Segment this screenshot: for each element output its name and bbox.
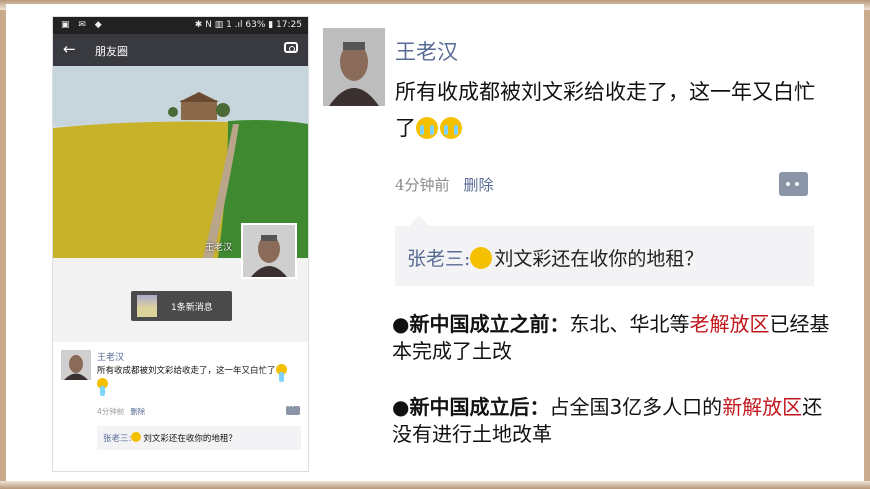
zoomed-time: 4分钟前 [395, 176, 450, 194]
back-arrow-icon[interactable]: ← [63, 40, 76, 58]
frame-bottom [0, 481, 870, 489]
zoomed-commenter-name: 张老三: [407, 248, 471, 270]
zoomed-avatar [323, 28, 385, 106]
crying-emoji-icon [97, 378, 108, 396]
cover-name: 王老汉 [204, 243, 232, 253]
new-message-notice[interactable]: 1条新消息 [131, 291, 232, 321]
more-icon[interactable] [286, 402, 300, 415]
crying-emoji-icon [440, 117, 462, 139]
phone-screenshot: ▣ ✉ ◆ ✱ N ▥ 1 .ıl 63% ▮ 17:25 ← 朋友圈 王老汉 … [52, 16, 309, 472]
zoomed-author: 王老汉 [395, 40, 458, 64]
crying-emoji-icon [416, 117, 438, 139]
bullet1-text-a: 东北、华北等 [569, 312, 690, 336]
post-comment: 张老三: 刘文彩还在收你的地租？ [97, 426, 301, 450]
bullet2-text-a: 占全国3亿多人口的 [549, 395, 723, 419]
post-avatar[interactable] [61, 350, 91, 380]
post-text-content: 所有收成都被刘文彩给收走了，这一年又白忙了 [97, 366, 276, 376]
profile-avatar[interactable] [241, 223, 297, 279]
bullet2-heading: 新中国成立后： [409, 395, 550, 419]
zoomed-meta: 4分钟前 删除 [395, 174, 494, 195]
nav-title: 朋友圈 [95, 45, 128, 58]
zoomed-comment: 张老三: 刘文彩还在收你的地租？ [395, 216, 814, 286]
bullet1-highlight: 老解放区 [689, 312, 770, 336]
bullet1-heading: 新中国成立之前： [409, 312, 570, 336]
nav-bar: ← 朋友圈 [53, 34, 308, 66]
post-text: 所有收成都被刘文彩给收走了，这一年又白忙了 [97, 364, 301, 396]
camera-icon[interactable] [284, 42, 298, 53]
notice-thumbnail [137, 295, 157, 317]
zoomed-comment-text: 刘文彩还在收你的地租？ [494, 248, 704, 270]
moment-post: 王老汉 所有收成都被刘文彩给收走了，这一年又白忙了 4分钟前删除 张老三: 刘文彩… [53, 342, 308, 471]
zoomed-text: 所有收成都被刘文彩给收走了，这一年又白忙了 [395, 74, 819, 146]
bullet-before-prc: ●新中国成立之前：东北、华北等老解放区已经基本完成了土改 [392, 312, 830, 363]
status-bar: ▣ ✉ ◆ ✱ N ▥ 1 .ıl 63% ▮ 17:25 [53, 17, 308, 34]
status-icons-right: ✱ N ▥ 1 .ıl 63% ▮ 17:25 [194, 20, 302, 30]
delete-link[interactable]: 删除 [130, 407, 145, 416]
post-author[interactable]: 王老汉 [97, 350, 124, 363]
status-icons-left: ▣ ✉ ◆ [61, 20, 105, 30]
bullet2-highlight: 新解放区 [722, 395, 803, 419]
thinking-emoji-icon [470, 247, 493, 269]
notice-text: 1条新消息 [171, 303, 213, 313]
post-meta: 4分钟前 删除 [97, 406, 145, 417]
comment-text: 刘文彩还在收你的地租？ [143, 434, 237, 444]
zoomed-delete-link: 删除 [463, 176, 494, 194]
thinking-emoji-icon [131, 432, 142, 442]
commenter-name[interactable]: 张老三: [103, 434, 131, 444]
bullet-points: ●新中国成立之前：东北、华北等老解放区已经基本完成了土改 ●新中国成立后：占全国… [392, 311, 832, 477]
zoomed-more-icon [779, 172, 808, 196]
crying-emoji-icon [275, 364, 287, 382]
old-man-portrait [243, 225, 295, 277]
zoomed-post: 王老汉 所有收成都被刘文彩给收走了，这一年又白忙了 4分钟前 删除 张老三: 刘文彩… [318, 16, 824, 296]
post-time: 4分钟前 [97, 407, 125, 416]
bullet-after-prc: ●新中国成立后：占全国3亿多人口的新解放区还没有进行土地改革 [392, 395, 823, 446]
